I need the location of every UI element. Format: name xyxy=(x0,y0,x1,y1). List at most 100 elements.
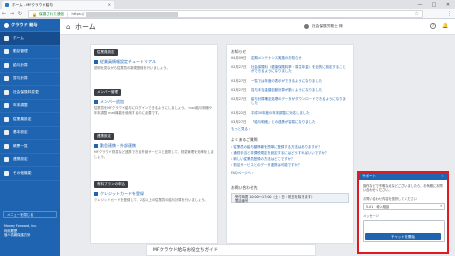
document-icon xyxy=(4,143,9,149)
sidebar-item[interactable]: 帳票一覧 xyxy=(0,140,60,154)
reload-icon[interactable]: ↻ xyxy=(16,11,24,17)
guide-section: 有料プランの申込クレジットカードを登録クレジットカードを登録して、2名以上の従業… xyxy=(94,181,214,203)
forward-icon[interactable]: → xyxy=(8,11,16,17)
close-window-icon[interactable]: ✕ xyxy=(441,0,455,9)
browser-titlebar: ホーム - MFクラウド給与 × — □ ✕ xyxy=(0,0,455,9)
sidebar-item-label: 従業員設定 xyxy=(13,116,32,121)
contact-info: 受付時間 10:00〜17:00（土・日・祝日を除きます） 電話番号 xyxy=(231,193,349,203)
section-link[interactable]: メンバー追加 xyxy=(94,99,214,105)
calendar-icon xyxy=(4,103,9,109)
sidebar-item-label: 勤怠管理 xyxy=(13,49,28,54)
url-prefix: https:// xyxy=(71,12,85,16)
sidebar-item-label: ホーム xyxy=(13,35,24,40)
contact-heading: お問い合わせ先 xyxy=(231,185,258,190)
sidebar-item[interactable]: その他機能 xyxy=(0,167,60,181)
faq-item[interactable]: › 通勤手当と非課税規定を設定するにはどうすればいいですか？ xyxy=(231,151,328,156)
grid-icon xyxy=(4,170,9,176)
news-date: 03月27日 xyxy=(231,97,247,101)
company-name: Money Forward, Inc. xyxy=(4,224,38,228)
chat-minimize-icon[interactable]: ⌃ xyxy=(441,175,444,179)
sidebar-item[interactable]: 従業員設定 xyxy=(0,113,60,127)
chat-header[interactable]: サポート ⌃ xyxy=(359,173,447,180)
collapse-menu-button[interactable]: メニューを閉じる xyxy=(3,211,57,218)
news-item[interactable]: 03月27日 「給与明細」との連携が容易になりました xyxy=(231,120,347,124)
minimize-icon[interactable]: — xyxy=(413,0,427,9)
url-separator: | xyxy=(67,11,69,17)
favicon-icon xyxy=(5,3,9,7)
news-date: 03月22日 xyxy=(231,111,247,115)
sidebar-item-label: 年末調整 xyxy=(13,103,28,108)
faq-item[interactable]: › 勤怠サービスとのデータ連携は可能ですか？ xyxy=(231,163,301,168)
page-title: ホーム xyxy=(75,23,96,31)
sidebar-item[interactable]: 賞与計算 xyxy=(0,73,60,86)
section-link-label: 勤怠連携・外部連携 xyxy=(100,143,136,148)
sidebar-item[interactable]: 基本設定 xyxy=(0,127,60,140)
section-description: クレジットカードを登録して、2名以上の従業員の給与計算を行いましょう。 xyxy=(94,198,208,202)
url-input[interactable]: 🔒 保護された通信 | https:// ☆ xyxy=(28,10,423,18)
section-link-label: クレジットカードを登録 xyxy=(100,191,144,196)
brand-name: クラウド 給与 xyxy=(11,22,38,27)
section-link[interactable]: クレジットカードを登録 xyxy=(94,191,214,197)
secure-label: 保護された通信 xyxy=(38,11,65,16)
sidebar: クラウド 給与 ホーム勤怠管理給与計算賞与計算社会保険料変更 年末調整従業員設定基… xyxy=(0,19,60,256)
news-item[interactable]: 03月27日 給与計算確定処理のデータがダウンロードできるようになりました xyxy=(231,97,347,106)
chevron-down-icon: ▾ xyxy=(440,204,442,209)
guide-banner[interactable]: MFクラウド給与お役立ちガイド xyxy=(146,244,316,256)
guide-banner-text: MFクラウド給与お役立ちガイド xyxy=(153,248,218,253)
faq-item[interactable]: › 従業員の給与額情報を簡単に登録する方法はありますか？ xyxy=(231,145,322,150)
bell-icon[interactable]: 🔔 xyxy=(442,23,448,29)
link-icon xyxy=(4,157,9,163)
back-icon[interactable]: ← xyxy=(0,11,8,17)
news-title: 賞与手当金額自動計算が動くようになりました xyxy=(251,88,323,92)
news-more-link[interactable]: もっと見る › xyxy=(231,127,250,132)
user-menu[interactable]: 社会保険労務士 様 xyxy=(304,24,343,29)
sidebar-item[interactable]: ホーム xyxy=(0,32,60,46)
news-item[interactable]: 04月09日 定期メンテナンス実施のお知らせ xyxy=(231,56,347,60)
people-icon xyxy=(4,116,9,122)
lock-icon: 🔒 xyxy=(32,11,37,17)
sidebar-item[interactable]: 給与計算 xyxy=(0,59,60,73)
sidebar-item-label: 給与計算 xyxy=(13,62,28,67)
home-icon xyxy=(4,35,9,41)
sidebar-item-label: 社会保険料変更 xyxy=(13,89,39,94)
section-link[interactable]: 従業員情報設定チュートリアル xyxy=(94,59,214,65)
info-panel: お知らせ 04月09日 定期メンテナンス実施のお知らせ 03月27日 社会保険料（健康… xyxy=(226,44,354,244)
user-icon xyxy=(304,24,309,29)
guide-icon xyxy=(94,60,98,64)
maximize-icon[interactable]: □ xyxy=(427,0,441,9)
address-bar: ← → ↻ 🔒 保護された通信 | https:// ☆ ⋮ xyxy=(0,9,455,19)
company-info: Money Forward, Inc. 利用履歴 個人情報保護方針 xyxy=(4,224,37,238)
news-item[interactable]: 03月27日 賞与手当金額自動計算が動くようになりました xyxy=(231,88,347,92)
browser-menu-icon[interactable]: ⋮ xyxy=(447,11,452,17)
news-item[interactable]: 03月27日 一覧では年度の表示ができるようになりました xyxy=(231,79,347,83)
section-description: 従業員をMFクラウド給与にログインできるようにしましょう。 mail給与明細や年… xyxy=(94,106,213,115)
section-tag: 有料プランの申込 xyxy=(94,181,128,188)
section-link[interactable]: 勤怠連携・外部連携 xyxy=(94,143,214,149)
help-icon[interactable]: ? xyxy=(430,23,436,29)
faq-heading: よくあるご質問 xyxy=(231,137,258,142)
news-item[interactable]: 03月22日 平成30年度の年末調整に対応しました xyxy=(231,111,347,115)
tab-close-icon[interactable]: × xyxy=(108,2,111,7)
chat-category-select[interactable]: 5-01 導入相談 ▾ xyxy=(363,202,445,210)
guide-section: メンバー管理 メンバー追加 従業員をMFクラウド給与にログインできるようにしましょう… xyxy=(94,89,214,115)
sidebar-item[interactable]: 社会保険料変更 xyxy=(0,86,60,100)
brand-logo[interactable]: クラウド 給与 xyxy=(0,19,60,32)
star-icon[interactable]: ☆ xyxy=(415,11,419,17)
faq-item[interactable]: › 新しい従業員登録の方法はどこですか？ xyxy=(231,157,294,162)
section-link-label: 従業員情報設定チュートリアル xyxy=(100,59,156,64)
news-title: 定期メンテナンス実施のお知らせ xyxy=(251,56,302,60)
sidebar-item[interactable]: 勤怠管理 xyxy=(0,46,60,59)
faq-more-link[interactable]: FAQページへ › xyxy=(231,171,254,176)
contact-phone: 電話番号 xyxy=(235,199,249,203)
shield-icon xyxy=(4,89,9,95)
chat-message-label: メッセージ xyxy=(363,213,379,218)
chat-category-value: 5-01 導入相談 xyxy=(366,204,390,209)
gear-icon xyxy=(4,130,9,136)
sidebar-item[interactable]: 年末調整 xyxy=(0,100,60,113)
browser-tab[interactable]: ホーム - MFクラウド給与 × xyxy=(2,1,114,9)
sidebar-item[interactable]: 連携設定 xyxy=(0,154,60,167)
privacy-policy-link[interactable]: 個人情報保護方針 xyxy=(4,233,37,238)
guide-icon xyxy=(94,144,98,148)
news-item[interactable]: 03月27日 社会保険料（健康保険料率・厚生年金）を目的に設定することができるよう… xyxy=(231,65,347,74)
chat-submit-button[interactable]: チャットを開始 xyxy=(365,233,441,240)
